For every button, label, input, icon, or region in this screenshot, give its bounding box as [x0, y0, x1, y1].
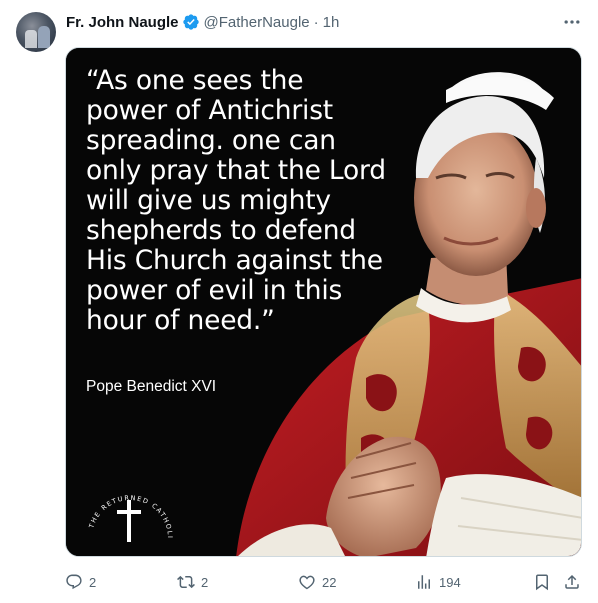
returned-catholic-logo: THE RETURNED CATHOLIC: [80, 468, 173, 542]
view-count: 194: [439, 574, 461, 590]
tweet-image[interactable]: “As one sees the power of Antichrist spr…: [65, 47, 582, 557]
heart-icon: [299, 575, 315, 590]
verified-badge-icon: [182, 14, 199, 30]
views-button[interactable]: 194: [415, 571, 461, 593]
tweet-card[interactable]: Fr. John Naugle @FatherNaugle · 1h “As o…: [0, 0, 598, 603]
more-options-icon[interactable]: [562, 12, 582, 32]
timestamp[interactable]: 1h: [323, 14, 340, 31]
reply-icon: [66, 574, 82, 590]
share-icon: [565, 574, 579, 589]
bookmark-button[interactable]: [533, 571, 551, 593]
quote-text: “As one sees the power of Antichrist spr…: [86, 65, 386, 336]
reply-count: 2: [89, 574, 97, 590]
like-count: 22: [322, 574, 337, 590]
quote-attribution: Pope Benedict XVI: [86, 378, 217, 395]
bookmark-icon: [536, 574, 548, 591]
author-name[interactable]: Fr. John Naugle: [66, 14, 179, 31]
repost-count: 2: [201, 574, 209, 590]
analytics-icon: [418, 575, 430, 589]
repost-button[interactable]: 2: [177, 571, 208, 593]
avatar[interactable]: [16, 12, 56, 52]
repost-icon: [177, 575, 195, 589]
author-handle[interactable]: @FatherNaugle: [204, 14, 310, 31]
like-button[interactable]: 22: [298, 571, 336, 593]
share-button[interactable]: [563, 571, 581, 593]
reply-button[interactable]: 2: [65, 571, 96, 593]
tweet-header: Fr. John Naugle @FatherNaugle · 1h: [66, 12, 339, 32]
action-bar: 2 2 22 194: [65, 571, 585, 593]
separator-dot: ·: [313, 13, 319, 31]
